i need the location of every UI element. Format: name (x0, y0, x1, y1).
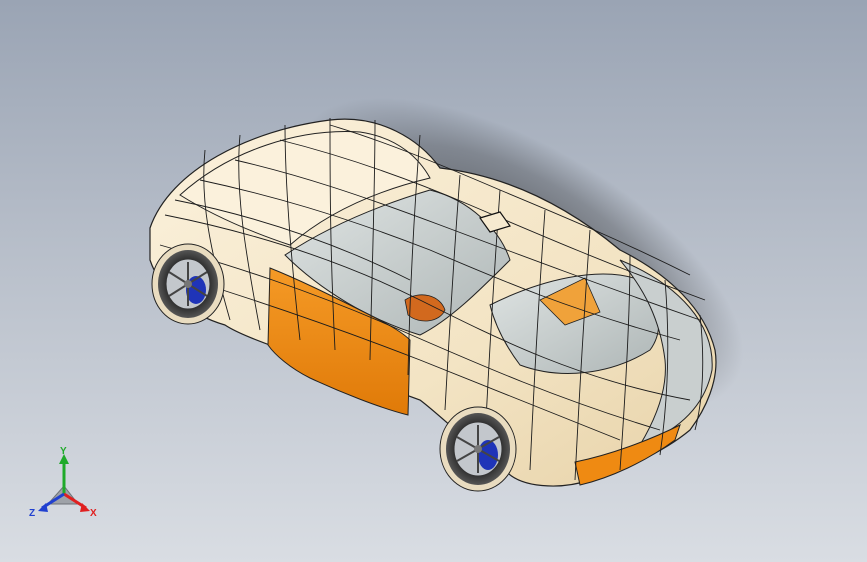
car-model[interactable] (0, 0, 867, 562)
y-axis-arrow (59, 454, 69, 494)
coordinate-triad[interactable]: Y X Z (22, 446, 108, 530)
z-axis-label: Z (29, 508, 35, 519)
front-wheel[interactable] (439, 406, 517, 492)
x-axis-label: X (90, 508, 97, 519)
rear-wheel[interactable] (151, 243, 225, 325)
y-axis-label: Y (60, 446, 67, 457)
graphics-viewport[interactable]: Y X Z (0, 0, 867, 562)
